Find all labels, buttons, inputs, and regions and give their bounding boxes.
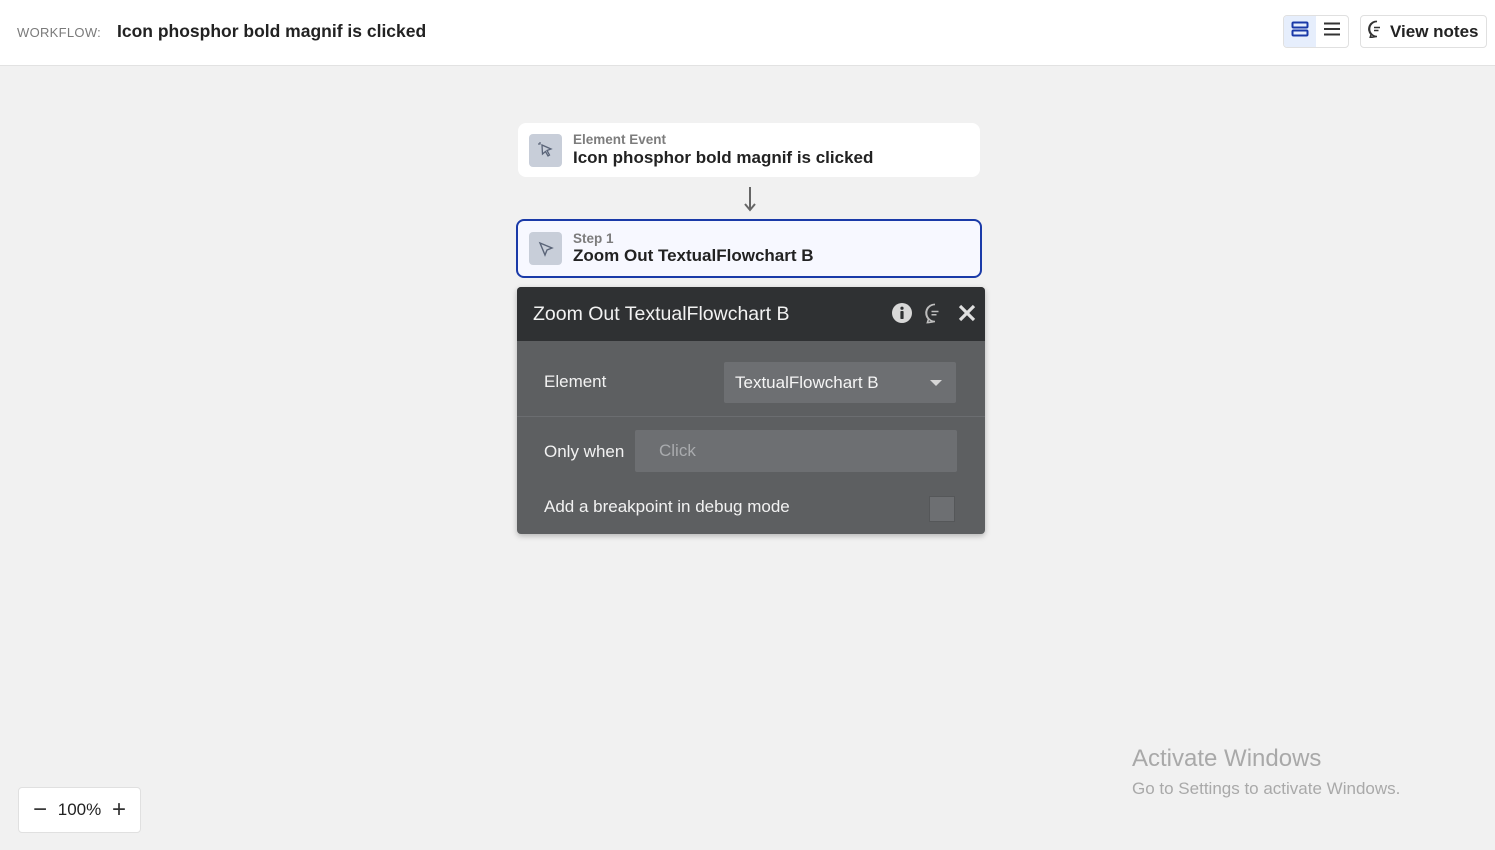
flow-arrow-icon <box>744 187 756 212</box>
element-row: Element TextualFlowchart B <box>517 341 985 417</box>
panel-header: Zoom Out TextualFlowchart B <box>517 287 985 341</box>
breakpoint-row: Add a breakpoint in debug mode <box>517 488 985 534</box>
view-toggle <box>1283 15 1349 48</box>
step-title: Zoom Out TextualFlowchart B <box>573 246 814 266</box>
action-property-panel: Zoom Out TextualFlowchart B Element Text… <box>517 287 985 534</box>
step-card[interactable]: Step 1 Zoom Out TextualFlowchart B <box>516 219 982 278</box>
breakpoint-label: Add a breakpoint in debug mode <box>544 497 790 516</box>
cursor-click-icon <box>529 133 562 167</box>
stacked-view-button[interactable] <box>1284 16 1316 47</box>
element-dropdown[interactable]: TextualFlowchart B <box>724 362 956 403</box>
only-when-label: Only when <box>544 442 625 461</box>
workflow-title: Icon phosphor bold magnif is clicked <box>117 21 427 41</box>
comment-icon <box>1368 20 1386 43</box>
stacked-view-icon <box>1291 21 1309 42</box>
activate-windows-watermark: Activate Windows Go to Settings to activ… <box>1132 745 1400 799</box>
list-view-button[interactable] <box>1316 16 1348 47</box>
list-view-icon <box>1323 21 1341 42</box>
only-when-input[interactable] <box>635 430 957 472</box>
event-title: Icon phosphor bold magnif is clicked <box>573 147 874 167</box>
panel-title: Zoom Out TextualFlowchart B <box>533 302 790 325</box>
comment-icon[interactable] <box>924 302 946 324</box>
step-subtitle: Step 1 <box>573 230 614 246</box>
view-notes-button[interactable]: View notes <box>1360 15 1487 48</box>
watermark-line-2: Go to Settings to activate Windows. <box>1132 779 1401 798</box>
event-card[interactable]: Element Event Icon phosphor bold magnif … <box>518 123 980 177</box>
only-when-row: Only when <box>517 417 985 488</box>
zoom-control: − 100% + <box>18 787 141 833</box>
top-header: WORKFLOW: Icon phosphor bold magnif is c… <box>0 0 1495 66</box>
element-dropdown-value: TextualFlowchart B <box>735 372 879 392</box>
chevron-down-icon <box>930 380 942 386</box>
zoom-level: 100% <box>57 800 102 819</box>
view-notes-label: View notes <box>1390 21 1479 41</box>
watermark-line-1: Activate Windows <box>1132 745 1322 772</box>
event-subtitle: Element Event <box>573 132 667 148</box>
close-icon[interactable] <box>957 303 977 323</box>
info-icon[interactable] <box>891 302 913 324</box>
cursor-arrow-icon <box>529 232 562 265</box>
zoom-in-button[interactable]: + <box>110 798 128 822</box>
zoom-out-button[interactable]: − <box>31 798 49 822</box>
breakpoint-checkbox[interactable] <box>929 496 955 522</box>
element-label: Element <box>544 372 607 391</box>
workflow-label: WORKFLOW: <box>17 25 102 40</box>
